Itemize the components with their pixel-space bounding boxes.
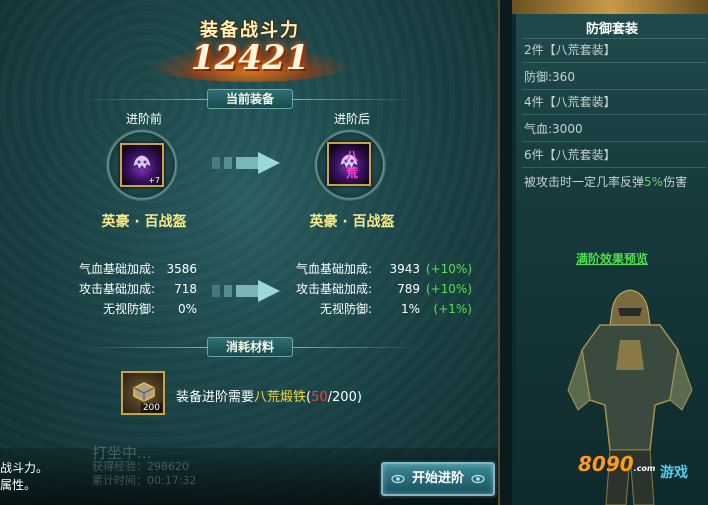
stat-label: 无视防御: (102, 302, 155, 316)
arrow-right-icon (212, 152, 280, 174)
brand-dotcom: .com (633, 464, 656, 473)
eye-ornament-icon (391, 474, 405, 484)
before-label: 进阶前 (125, 112, 162, 126)
gold-frame-top (512, 0, 708, 14)
set-bonus-reflect: 被攻击时一定几率反弹5%伤害 (524, 175, 708, 189)
stat-value: 0% (177, 302, 197, 316)
set-bonus-defense: 防御:360 (524, 70, 575, 84)
iron-ingot-icon (133, 382, 155, 402)
material-slot[interactable]: 200 (121, 371, 165, 415)
divider (522, 167, 706, 168)
divider (522, 62, 706, 63)
section-current-equipment: 当前装备 (0, 89, 498, 109)
divider (522, 114, 706, 115)
section-label: 消耗材料 (206, 337, 293, 357)
material-need: /200) (327, 390, 362, 405)
stat-value: 718 (174, 282, 197, 296)
stat-value: 3943 (389, 262, 420, 276)
brand-number: 8090 (578, 452, 634, 476)
stat-row: 气血基础加成: 3586 (60, 259, 197, 279)
full-level-preview-link[interactable]: 满阶效果预览 (516, 250, 708, 267)
power-value: 12421 (190, 38, 310, 78)
stat-increase: (+1%) (433, 302, 472, 316)
divider (522, 38, 706, 39)
upgrade-panel: 装备战斗力 12421 当前装备 进阶前 +7 英豪 · 百战盔 进阶后 八荒 … (0, 0, 500, 505)
stat-value: 3586 (166, 262, 197, 276)
helmet-icon (132, 154, 152, 172)
brand-logo: 8090.com (578, 452, 655, 476)
stat-row: 攻击基础加成: 718 (60, 279, 197, 299)
after-item-slot[interactable]: 八荒 (327, 142, 371, 186)
reflect-suffix: 伤害 (663, 175, 688, 189)
eye-ornament-icon (471, 474, 485, 484)
reflect-value: 5% (644, 175, 664, 189)
section-materials: 消耗材料 (0, 337, 498, 357)
stat-label: 气血基础加成: (78, 262, 155, 276)
set-title: 防御套装 (585, 22, 638, 37)
set-tier-6: 6件【八荒套装】 (524, 148, 616, 162)
stat-value: 1% (400, 302, 420, 316)
stat-increase: (+10%) (425, 282, 472, 296)
section-label: 当前装备 (206, 89, 293, 109)
stat-row: 无视防御: 0% (60, 299, 197, 319)
start-upgrade-label: 开始进阶 (411, 471, 464, 486)
after-item-name: 英豪 · 百战盔 (309, 214, 395, 230)
before-item-slot[interactable]: +7 (120, 143, 164, 187)
stat-row: 攻击基础加成: 789 (+10%) (280, 279, 472, 299)
chat-line: 战斗力。 (0, 461, 49, 475)
before-item-name: 英豪 · 百战盔 (101, 214, 187, 230)
stat-label: 攻击基础加成: (295, 282, 372, 296)
set-bonus-hp: 气血:3000 (524, 122, 583, 136)
set-bonus-panel: 防御套装 2件【八荒套装】 防御:360 4件【八荒套装】 气血:3000 6件… (512, 0, 708, 505)
stat-label: 攻击基础加成: (78, 282, 155, 296)
material-count: 200 (140, 403, 162, 413)
idle-status: 打坐中... (92, 444, 152, 462)
after-stats: 气血基础加成: 3943 (+10%) 攻击基础加成: 789 (+10%) 无视防御:… (280, 259, 472, 319)
material-name: 八荒煅铁 (254, 390, 307, 405)
stat-increase: (+10%) (425, 262, 472, 276)
brand-cn: 游戏 (660, 465, 688, 481)
divider (522, 141, 706, 142)
stat-label: 无视防御: (319, 302, 372, 316)
material-prefix: 装备进阶需要 (176, 390, 255, 405)
stat-label: 气血基础加成: (295, 262, 372, 276)
set-tier-4: 4件【八荒套装】 (524, 95, 616, 109)
background-chat: 战斗力。 属性。 (0, 460, 48, 494)
set-tier-2: 2件【八荒套装】 (524, 43, 616, 57)
reflect-prefix: 被攻击时一定几率反弹 (524, 175, 645, 189)
idle-time: 累计时间：00:17:32 (92, 474, 197, 487)
stat-value: 789 (397, 282, 420, 296)
material-have: 50 (311, 390, 328, 405)
divider (522, 89, 706, 90)
material-requirement: 装备进阶需要八荒煅铁(50/200) (176, 386, 362, 405)
stat-row: 气血基础加成: 3943 (+10%) (280, 259, 472, 279)
background-idle-text: 打坐中... 获得经验：298620 累计时间：00:17:32 (92, 446, 196, 488)
arrow-right-icon (212, 280, 280, 302)
chat-line: 属性。 (0, 478, 37, 492)
bahuang-badge: 八荒 (346, 149, 359, 180)
item-level: +7 (148, 176, 160, 185)
idle-exp: 获得经验：298620 (92, 460, 189, 473)
after-label: 进阶后 (333, 112, 370, 126)
stat-row: 无视防御: 1% (+1%) (280, 299, 472, 319)
before-stats: 气血基础加成: 3586 攻击基础加成: 718 无视防御: 0% (60, 259, 197, 319)
start-upgrade-button[interactable]: 开始进阶 (381, 462, 495, 496)
